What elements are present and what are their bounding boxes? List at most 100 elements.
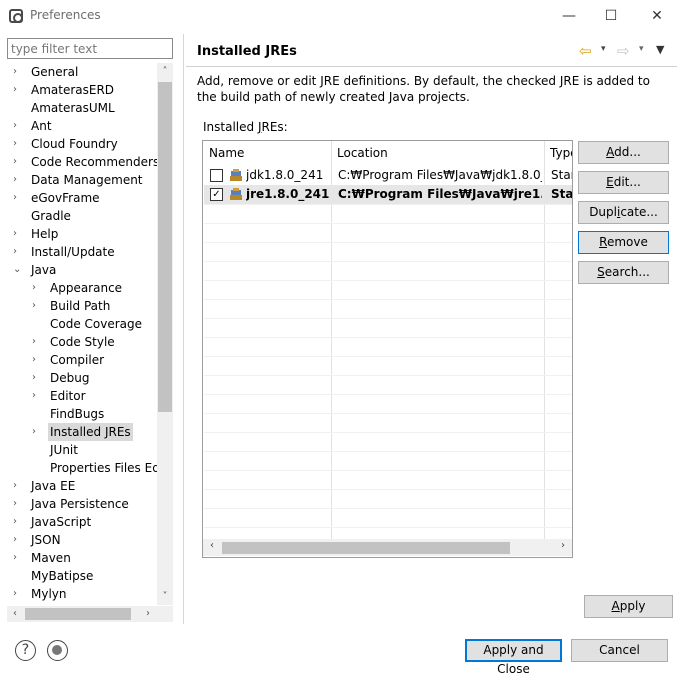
tree-item-label: JavaScript xyxy=(31,515,92,529)
chevron-right-icon[interactable]: › xyxy=(13,477,23,495)
apply-button[interactable]: Apply xyxy=(584,595,673,618)
chevron-right-icon[interactable]: › xyxy=(13,81,23,99)
chevron-right-icon[interactable]: › xyxy=(13,513,23,531)
help-icon[interactable]: ? xyxy=(15,640,36,661)
view-menu-icon[interactable]: ▼ xyxy=(656,43,664,56)
apply-and-close-button[interactable]: Apply and Close xyxy=(465,639,562,676)
chevron-right-icon[interactable]: › xyxy=(32,279,42,297)
column-header-name[interactable]: Name xyxy=(203,141,331,165)
filter-input[interactable] xyxy=(7,38,173,59)
btn-text: cate... xyxy=(620,205,658,219)
duplicate-button[interactable]: Duplicate... xyxy=(578,201,669,224)
tree-item-label: Mylyn xyxy=(31,587,67,601)
btn-mnemonic: A xyxy=(611,599,620,613)
jre-library-icon xyxy=(230,169,242,181)
table-hscroll-thumb[interactable] xyxy=(222,542,510,554)
table-row-line xyxy=(204,261,572,262)
chevron-right-icon[interactable]: › xyxy=(13,171,23,189)
tree-item-label: Java xyxy=(31,263,57,277)
chevron-right-icon[interactable]: › xyxy=(32,369,42,387)
tree-item-label: Debug xyxy=(50,371,90,385)
jre-name: jre1.8.0_241 ... xyxy=(246,187,330,201)
table-row-line xyxy=(204,489,572,490)
btn-text: earch... xyxy=(604,265,650,279)
installed-jres-label: Installed JREs: xyxy=(203,120,288,134)
header-separator xyxy=(186,66,677,67)
chevron-right-icon[interactable]: › xyxy=(13,189,23,207)
tree-item-label: AmaterasERD xyxy=(31,83,115,97)
scroll-left-icon[interactable]: ‹ xyxy=(7,606,23,622)
tree-item-label: Help xyxy=(31,227,59,241)
chevron-down-icon[interactable]: ⌄ xyxy=(13,261,23,279)
btn-text: dit... xyxy=(613,175,641,189)
chevron-right-icon[interactable]: › xyxy=(32,297,42,315)
scroll-left-icon[interactable]: ‹ xyxy=(205,540,219,551)
tree-item-label: Install/Update xyxy=(31,245,115,259)
scroll-down-icon[interactable]: ˅ xyxy=(157,589,173,605)
cancel-button[interactable]: Cancel xyxy=(571,639,668,662)
panel-divider[interactable] xyxy=(183,34,184,624)
btn-mnemonic: A xyxy=(606,145,615,159)
jre-checkbox[interactable] xyxy=(210,169,223,182)
jre-row[interactable]: jdk1.8.0_241 C:₩Program Files₩Java₩jdk1.… xyxy=(204,166,572,185)
minimize-button[interactable]: — xyxy=(558,6,580,26)
table-row-line xyxy=(204,299,572,300)
back-arrow-icon[interactable]: ⇦ xyxy=(579,42,592,60)
chevron-right-icon[interactable]: › xyxy=(13,243,23,261)
table-row-line xyxy=(204,204,572,205)
forward-dropdown-icon: ▾ xyxy=(639,44,644,54)
maximize-button[interactable]: ☐ xyxy=(600,6,622,26)
remove-button[interactable]: Remove xyxy=(578,231,669,254)
tree-item-label: Compiler xyxy=(50,353,105,367)
chevron-right-icon[interactable]: › xyxy=(32,423,42,441)
tree-item-label: JSON xyxy=(31,533,61,547)
tree-item-label: General xyxy=(31,65,79,79)
chevron-right-icon[interactable]: › xyxy=(13,63,23,81)
installed-jres-table[interactable]: Name Location Type jdk1.8.0_241 C:₩Progr… xyxy=(202,140,573,558)
scroll-right-icon[interactable]: › xyxy=(556,540,570,551)
tree-item-label: Ant xyxy=(31,119,52,133)
chevron-right-icon[interactable]: › xyxy=(32,333,42,351)
scroll-up-icon[interactable]: ˄ xyxy=(157,64,173,80)
chevron-right-icon[interactable]: › xyxy=(13,135,23,153)
table-row-line xyxy=(204,394,572,395)
column-header-type[interactable]: Type xyxy=(544,141,572,165)
search-button[interactable]: Search... xyxy=(578,261,669,284)
chevron-right-icon[interactable]: › xyxy=(13,225,23,243)
chevron-right-icon[interactable]: › xyxy=(32,351,42,369)
chevron-right-icon[interactable]: › xyxy=(13,153,23,171)
record-macro-icon[interactable] xyxy=(47,640,68,661)
tree-item-label: Data Management xyxy=(31,173,143,187)
page-description: Add, remove or edit JRE definitions. By … xyxy=(197,74,650,104)
tree-item-label: FindBugs xyxy=(50,407,105,421)
chevron-right-icon[interactable]: › xyxy=(13,549,23,567)
chevron-right-icon[interactable]: › xyxy=(13,495,23,513)
window-title: Preferences xyxy=(30,8,101,22)
table-row-line xyxy=(204,375,572,376)
chevron-right-icon[interactable]: › xyxy=(13,585,23,603)
btn-text: pply xyxy=(619,599,646,613)
chevron-right-icon[interactable]: › xyxy=(13,117,23,135)
close-button[interactable]: ✕ xyxy=(646,6,668,26)
tree-item-label: Java EE xyxy=(31,479,76,493)
chevron-right-icon[interactable]: › xyxy=(32,387,42,405)
tree-scroll-thumb[interactable] xyxy=(158,82,172,412)
forward-arrow-icon: ⇨ xyxy=(617,42,630,60)
scroll-right-icon[interactable]: › xyxy=(140,606,156,622)
column-header-location[interactable]: Location xyxy=(331,141,544,165)
table-row-line xyxy=(204,508,572,509)
tree-item-label: MyBatipse xyxy=(31,569,94,583)
chevron-right-icon[interactable]: › xyxy=(13,531,23,549)
table-row-line xyxy=(204,280,572,281)
tree-item-label: AmaterasUML xyxy=(31,101,115,115)
tree-hscroll-thumb[interactable] xyxy=(25,608,131,620)
add-button[interactable]: Add... xyxy=(578,141,669,164)
jre-row[interactable]: ✓ jre1.8.0_241 ... C:₩Program Files₩Java… xyxy=(204,185,572,204)
tree-item-label: Appearance xyxy=(50,281,123,295)
jre-checkbox[interactable]: ✓ xyxy=(210,188,223,201)
edit-button[interactable]: Edit... xyxy=(578,171,669,194)
tree-item-label: JUnit xyxy=(50,443,78,457)
back-dropdown-icon[interactable]: ▾ xyxy=(601,44,606,54)
tree-item-label: Installed JREs xyxy=(48,423,133,441)
btn-mnemonic: R xyxy=(599,235,607,249)
